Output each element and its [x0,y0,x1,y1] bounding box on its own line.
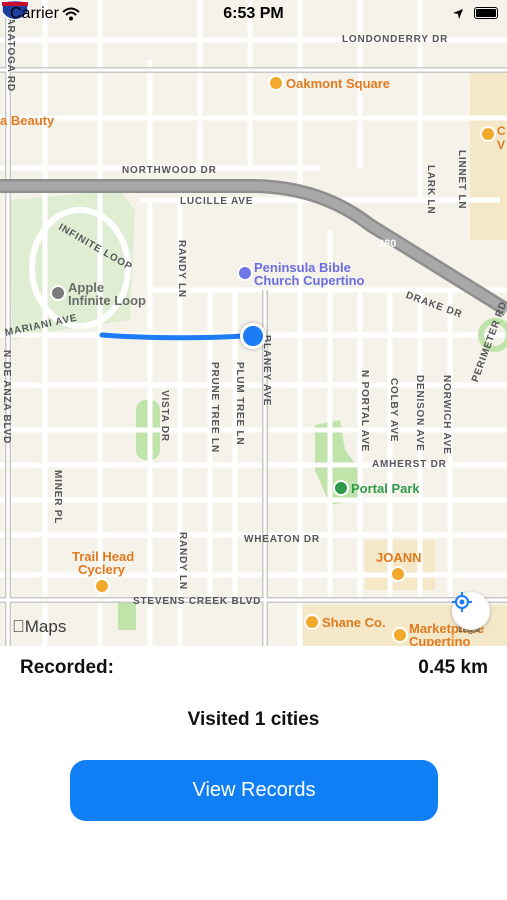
location-arrow-icon [452,592,472,612]
apple-logo-icon:  [12,617,25,636]
maps-attribution-text: Maps [12,617,67,636]
current-location-dot [240,323,266,349]
recorded-distance-value: 0.45 km [418,657,488,678]
locate-button[interactable] [452,592,490,630]
recorded-label: Recorded: [20,657,114,678]
visited-cities-text: Visited 1 cities [187,709,320,730]
view-records-button[interactable]: View Records [70,760,438,821]
status-bar: Carrier 6:53 PM [0,0,507,28]
status-time: 6:53 PM [223,5,284,22]
maps-attribution: Maps [12,617,66,637]
map-view[interactable]: LONDONDERRY DR NORTHWOOD DR LUCILLE AVE … [0,0,507,646]
location-services-icon [453,9,463,19]
battery-icon [474,7,498,19]
